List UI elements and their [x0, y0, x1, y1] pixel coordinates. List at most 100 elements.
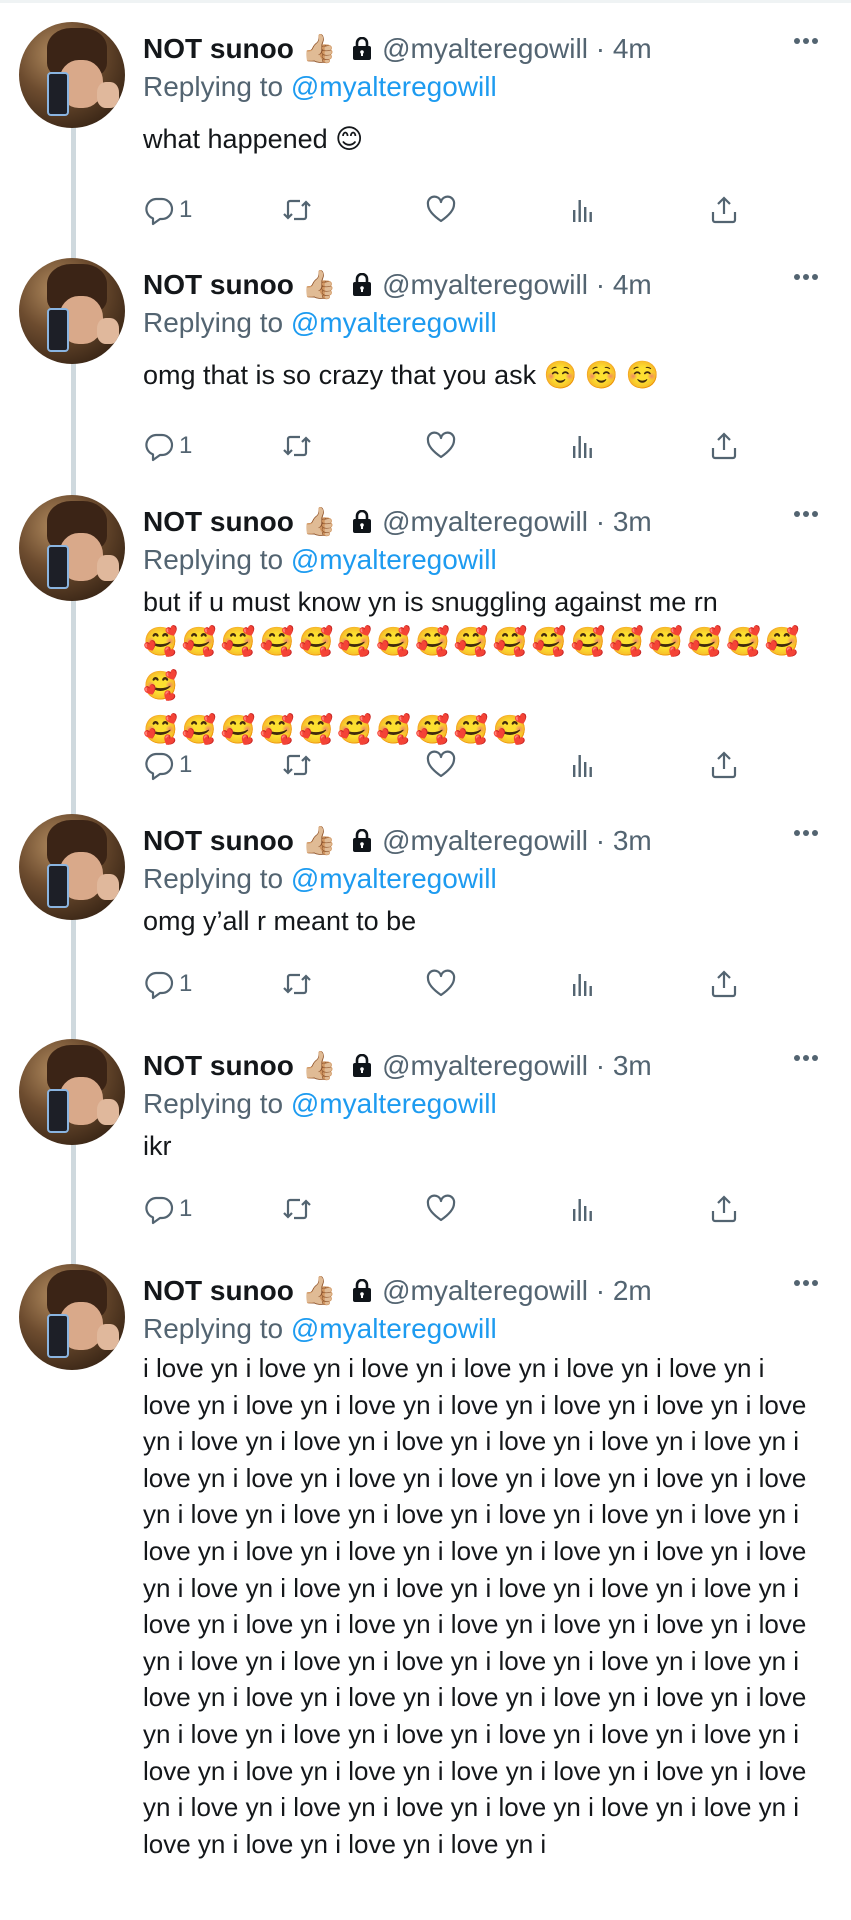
tweet-text: omg y’all r meant to be — [143, 904, 823, 939]
tweet-text: but if u must know yn is snuggling again… — [143, 585, 823, 752]
share-button[interactable] — [708, 964, 740, 1004]
tweet-body: but if u must know yn is snuggling again… — [143, 587, 718, 617]
replying-to: Replying to @myalteregowill — [143, 1087, 497, 1121]
avatar[interactable] — [19, 1039, 125, 1145]
like-button[interactable] — [425, 426, 457, 466]
more-icon[interactable] — [793, 1053, 819, 1063]
handle[interactable]: @myalteregowill — [382, 1275, 588, 1306]
replying-to-label: Replying to — [143, 307, 284, 338]
share-icon — [711, 1195, 737, 1223]
reply-button[interactable]: 1 — [143, 745, 192, 785]
meta-separator: · — [595, 269, 606, 300]
replying-to-label: Replying to — [143, 863, 284, 894]
display-name-emoji: 👍🏼 — [301, 1049, 337, 1082]
retweet-button[interactable] — [281, 190, 313, 230]
views-icon — [573, 1199, 592, 1221]
replying-to: Replying to @myalteregowill — [143, 1312, 497, 1346]
handle[interactable]: @myalteregowill — [382, 825, 588, 856]
display-name[interactable]: NOT sunoo — [143, 825, 294, 856]
tweet-actions: 1 — [143, 190, 763, 230]
timestamp[interactable]: 4m — [613, 269, 652, 300]
retweet-button[interactable] — [281, 745, 313, 785]
tweet-body: omg that is so crazy that you ask ☺️ ☺️ … — [143, 360, 660, 390]
retweet-button[interactable] — [281, 1189, 313, 1229]
reply-button[interactable]: 1 — [143, 426, 192, 466]
more-icon[interactable] — [793, 272, 819, 282]
views-button[interactable] — [567, 1189, 599, 1229]
handle[interactable]: @myalteregowill — [382, 506, 588, 537]
reply-count: 1 — [179, 196, 193, 223]
heart-icon — [426, 969, 456, 997]
share-button[interactable] — [708, 745, 740, 785]
avatar[interactable] — [19, 814, 125, 920]
tweet-body: i love yn i love yn i love yn i love yn … — [143, 1353, 807, 1859]
handle[interactable]: @myalteregowill — [382, 269, 588, 300]
like-button[interactable] — [425, 964, 457, 1004]
display-name[interactable]: NOT sunoo — [143, 33, 294, 64]
views-button[interactable] — [567, 745, 599, 785]
share-button[interactable] — [708, 190, 740, 230]
more-icon[interactable] — [793, 36, 819, 46]
like-button[interactable] — [425, 190, 457, 230]
like-button[interactable] — [425, 745, 457, 785]
replying-to: Replying to @myalteregowill — [143, 862, 497, 896]
replying-to-handle[interactable]: @myalteregowill — [291, 1313, 497, 1344]
replying-to-handle[interactable]: @myalteregowill — [291, 1088, 497, 1119]
handle[interactable]: @myalteregowill — [382, 1050, 588, 1081]
tweet-text: what happened 😊 — [143, 122, 823, 157]
handle[interactable]: @myalteregowill — [382, 33, 588, 64]
meta-separator: · — [595, 33, 606, 64]
replying-to-handle[interactable]: @myalteregowill — [291, 544, 497, 575]
replying-to-handle[interactable]: @myalteregowill — [291, 71, 497, 102]
display-name[interactable]: NOT sunoo — [143, 269, 294, 300]
tweet-text: ikr — [143, 1129, 823, 1164]
like-button[interactable] — [425, 1189, 457, 1229]
share-button[interactable] — [708, 1189, 740, 1229]
lock-icon — [353, 1279, 372, 1302]
avatar[interactable] — [19, 22, 125, 128]
retweet-button[interactable] — [281, 964, 313, 1004]
display-name[interactable]: NOT sunoo — [143, 1275, 294, 1306]
reply-icon — [145, 971, 174, 1000]
display-name[interactable]: NOT sunoo — [143, 1050, 294, 1081]
replying-to: Replying to @myalteregowill — [143, 306, 497, 340]
timestamp[interactable]: 3m — [613, 506, 652, 537]
replying-to-handle[interactable]: @myalteregowill — [291, 863, 497, 894]
lock-icon — [353, 510, 372, 533]
reply-button[interactable]: 1 — [143, 964, 192, 1004]
more-icon[interactable] — [793, 509, 819, 519]
timestamp[interactable]: 4m — [613, 33, 652, 64]
tweet-actions: 1 — [143, 964, 763, 1004]
timestamp[interactable]: 3m — [613, 825, 652, 856]
retweet-button[interactable] — [281, 426, 313, 466]
tweet-text: omg that is so crazy that you ask ☺️ ☺️ … — [143, 358, 823, 393]
tweet-header: NOT sunoo 👍🏼 @myalteregowill · 2m — [143, 1274, 652, 1308]
avatar[interactable] — [19, 1264, 125, 1370]
display-name[interactable]: NOT sunoo — [143, 506, 294, 537]
avatar[interactable] — [19, 495, 125, 601]
share-button[interactable] — [708, 426, 740, 466]
replying-to-label: Replying to — [143, 544, 284, 575]
views-button[interactable] — [567, 426, 599, 466]
tweet-body: omg y’all r meant to be — [143, 906, 417, 936]
views-icon — [573, 755, 592, 777]
tweet-header: NOT sunoo 👍🏼 @myalteregowill · 4m — [143, 32, 652, 66]
retweet-icon — [283, 435, 311, 457]
reply-button[interactable]: 1 — [143, 1189, 192, 1229]
more-icon[interactable] — [793, 828, 819, 838]
tweet-header: NOT sunoo 👍🏼 @myalteregowill · 3m — [143, 505, 652, 539]
views-button[interactable] — [567, 964, 599, 1004]
replying-to-handle[interactable]: @myalteregowill — [291, 307, 497, 338]
views-button[interactable] — [567, 190, 599, 230]
avatar[interactable] — [19, 258, 125, 364]
display-name-emoji: 👍🏼 — [301, 505, 337, 538]
reply-button[interactable]: 1 — [143, 190, 192, 230]
top-divider — [0, 0, 851, 3]
more-icon[interactable] — [793, 1278, 819, 1288]
views-icon — [573, 974, 592, 996]
reply-icon — [145, 752, 174, 781]
tweet-header: NOT sunoo 👍🏼 @myalteregowill · 3m — [143, 1049, 652, 1083]
timestamp[interactable]: 3m — [613, 1050, 652, 1081]
timestamp[interactable]: 2m — [613, 1275, 652, 1306]
share-icon — [711, 432, 737, 460]
